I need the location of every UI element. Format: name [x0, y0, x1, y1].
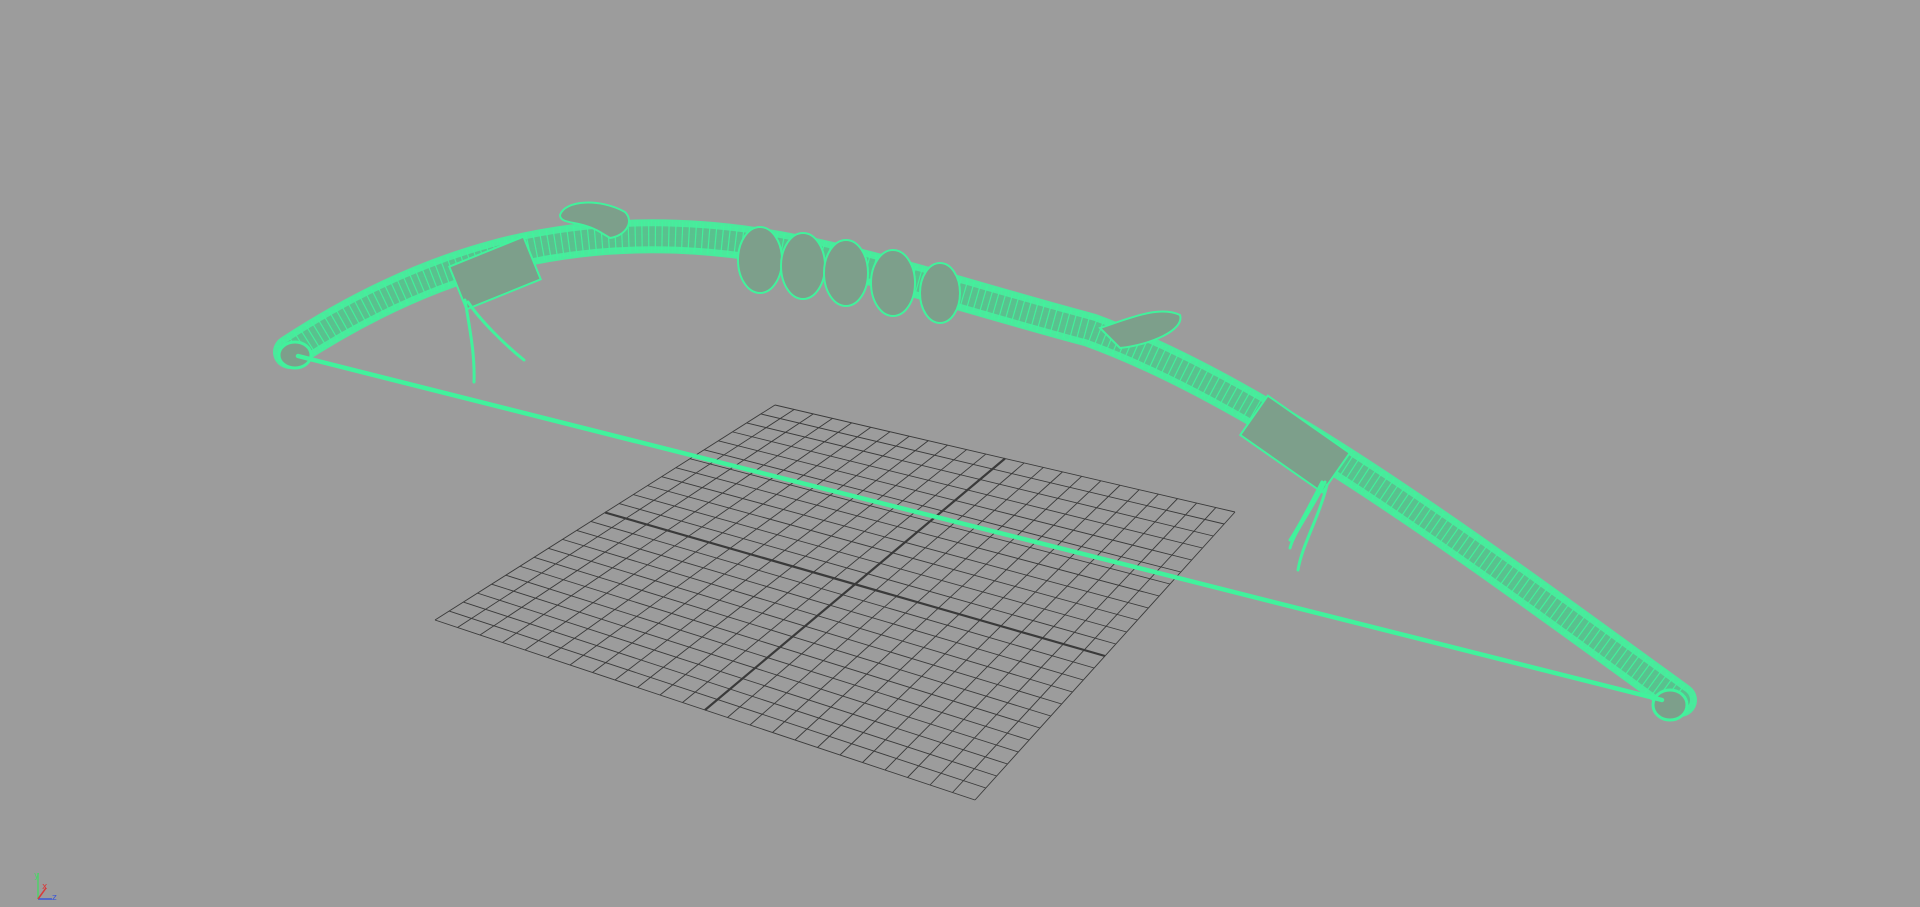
grip-rings [737, 226, 961, 324]
grid-line [562, 538, 1073, 693]
grid-line [505, 574, 1030, 741]
bow-limb-shade [280, 226, 1690, 710]
hanging-cords [463, 298, 1329, 572]
grid-line [604, 511, 1106, 658]
axis-z-label: z [52, 893, 57, 903]
bow-mesh[interactable] [273, 201, 1697, 722]
axis-gizmo: y x z [34, 871, 57, 903]
axis-y-label: y [34, 871, 40, 881]
upper-wrap [447, 235, 543, 311]
grid-line [449, 610, 986, 789]
grid-line [434, 619, 976, 801]
lower-tip [1651, 688, 1689, 722]
grid-line [907, 498, 1178, 778]
grid-line [862, 489, 1140, 763]
grid-line [548, 547, 1062, 705]
grid-line [884, 493, 1159, 771]
grid-line [974, 511, 1236, 801]
upper-tip [277, 340, 313, 370]
grid-line [952, 507, 1217, 793]
axis-x-label: x [42, 882, 48, 892]
3d-viewport[interactable]: y x z [0, 0, 1920, 907]
ground-grid [434, 404, 1236, 801]
lower-wrap [1238, 394, 1352, 494]
